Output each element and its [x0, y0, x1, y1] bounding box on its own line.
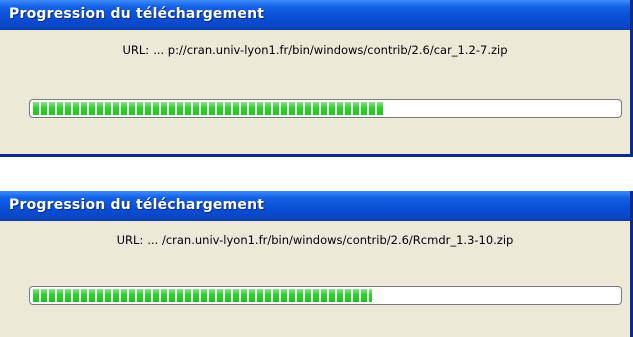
- url-label: URL:: [116, 233, 144, 247]
- progress-bar: [29, 286, 622, 305]
- download-progress-dialog-1: Progression du téléchargement URL:... p:…: [0, 0, 633, 157]
- dialog-title: Progression du téléchargement: [9, 197, 265, 213]
- dialog-title: Progression du téléchargement: [9, 6, 265, 22]
- url-line: URL:... p://cran.univ-lyon1.fr/bin/windo…: [0, 43, 630, 57]
- progress-bar: [29, 99, 622, 118]
- progress-bar-fill: [33, 102, 384, 115]
- url-line: URL:... /cran.univ-lyon1.fr/bin/windows/…: [0, 233, 630, 247]
- dialog-title-bar[interactable]: Progression du téléchargement: [0, 191, 630, 221]
- url-text: ... p://cran.univ-lyon1.fr/bin/windows/c…: [153, 43, 508, 57]
- url-label: URL:: [122, 43, 150, 57]
- download-progress-dialog-2: Progression du téléchargement URL:... /c…: [0, 191, 633, 337]
- dialog-title-bar[interactable]: Progression du téléchargement: [0, 0, 630, 30]
- url-text: ... /cran.univ-lyon1.fr/bin/windows/cont…: [147, 233, 514, 247]
- progress-bar-fill: [33, 289, 373, 302]
